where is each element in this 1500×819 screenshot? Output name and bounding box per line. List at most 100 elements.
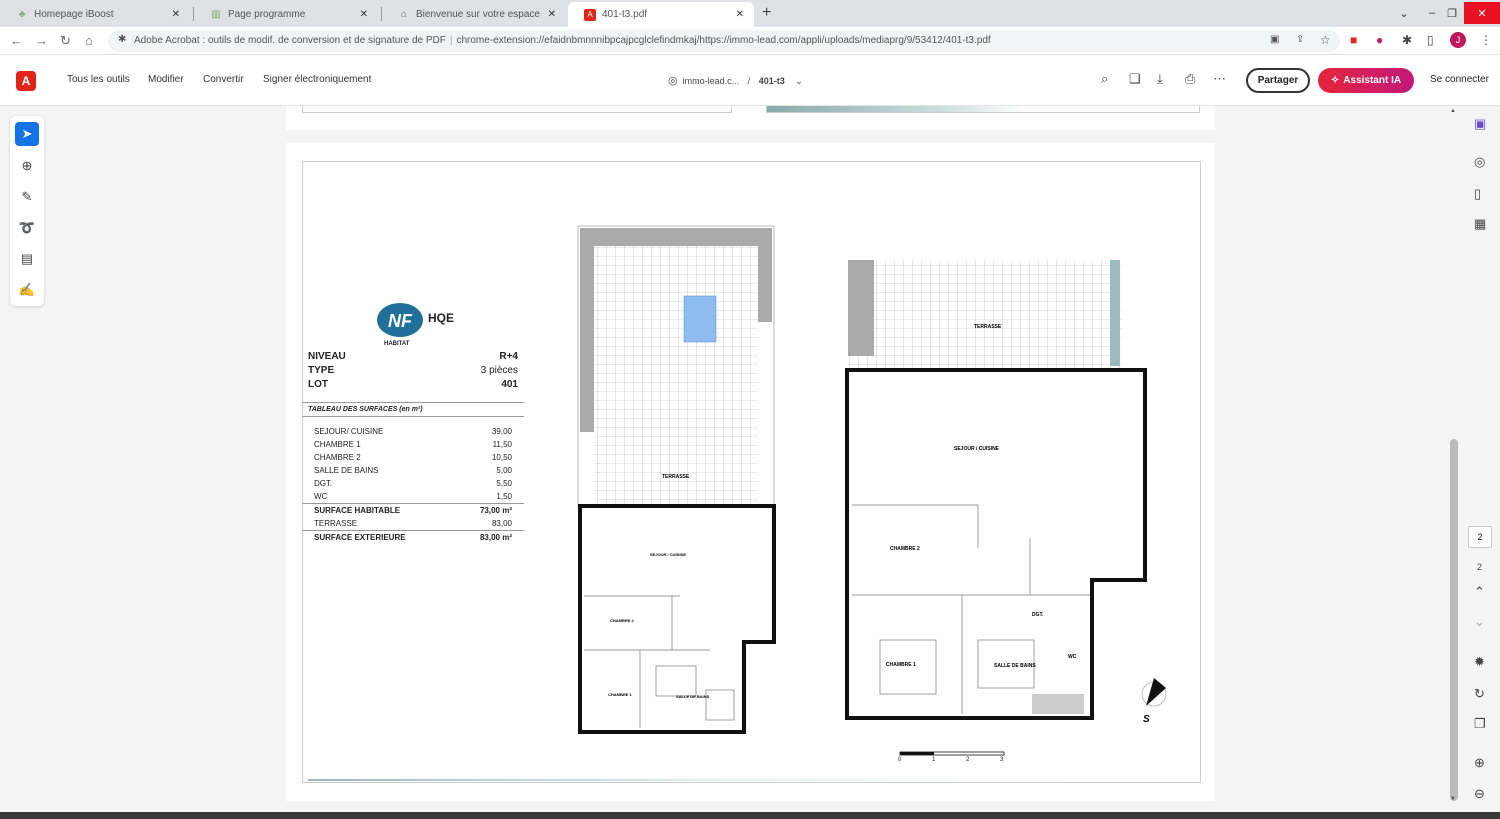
minimize-button[interactable]: –	[1422, 2, 1442, 24]
tab-espace[interactable]: ⌂ Bienvenue sur votre espace parti ✕	[382, 2, 566, 27]
share-page-icon[interactable]: ⇪	[1296, 34, 1304, 45]
scrollbar-thumb[interactable]	[1450, 439, 1458, 801]
pages-icon[interactable]: ❏	[1129, 71, 1141, 87]
extension-puzzle-icon[interactable]: ✱	[118, 34, 126, 45]
ai-assistant-button[interactable]: ✧ Assistant IA	[1318, 68, 1414, 93]
download-icon[interactable]: ⤓	[1157, 71, 1163, 87]
adblock-extension-icon[interactable]: ●	[1376, 33, 1383, 47]
surface-row-value: 1,50	[496, 492, 512, 501]
new-tab-button[interactable]: +	[762, 4, 771, 22]
legend-niveau: NIVEAU R+4	[308, 351, 518, 362]
comment-icon[interactable]: ◎	[1474, 154, 1485, 170]
tab-homepage[interactable]: ♣ Homepage iBoost ✕	[0, 2, 190, 27]
tab-pdf[interactable]: A 401-t3.pdf ✕	[568, 2, 754, 27]
close-tab-icon[interactable]: ✕	[736, 9, 744, 20]
scale-label: 2	[966, 757, 970, 763]
surface-row: TERRASSE 83,00	[302, 517, 524, 530]
login-link[interactable]: Se connecter	[1430, 74, 1489, 85]
page-total: 2	[1477, 562, 1483, 572]
select-cursor-icon[interactable]: ➤	[15, 122, 39, 146]
scroll-down-icon[interactable]: ▼	[1450, 796, 1456, 802]
tab-title: Homepage iBoost	[34, 9, 114, 20]
right-chambre1-label: CHAMBRE 1	[886, 662, 916, 668]
brightness-icon[interactable]: ✹	[1474, 654, 1485, 670]
scroll-up-icon[interactable]: ▲	[1450, 108, 1456, 114]
browser-menu-icon[interactable]: ⋮	[1480, 33, 1492, 47]
close-window-button[interactable]: ✕	[1464, 2, 1500, 24]
translate-icon[interactable]: ▣	[1270, 34, 1279, 45]
home-icon[interactable]: ⌂	[85, 33, 93, 48]
right-tool-rail: ▣ ◎ ▯ ▦ ⌃ ⌄ ✹ ↻ ❐ ⊕ ⊖	[1466, 110, 1500, 819]
chevron-down-icon[interactable]: ⌄	[795, 76, 803, 86]
vertical-scrollbar[interactable]: ▲ ▼	[1448, 106, 1460, 806]
page-down-icon[interactable]: ⌄	[1474, 614, 1485, 630]
tab-search-icon[interactable]: ⌄	[1394, 2, 1414, 24]
surface-row-value: 10,50	[491, 453, 512, 462]
surface-row: SEJOUR/ CUISINE 39,00	[302, 425, 524, 438]
right-dgt-label: DGT.	[1032, 612, 1044, 618]
reload-icon[interactable]: ↻	[60, 33, 71, 49]
restore-button[interactable]: ❐	[1442, 2, 1462, 24]
right-chambre2-label: CHAMBRE 2	[890, 546, 920, 552]
search-icon[interactable]: ⌕	[1101, 71, 1108, 87]
left-terrace-label: TERRASSE	[662, 474, 690, 480]
zoom-in-icon[interactable]: ⊕	[1474, 755, 1485, 771]
tab-programme[interactable]: ▥ Page programme ✕	[194, 2, 378, 27]
url-field[interactable]: ✱ Adobe Acrobat : outils de modif. de co…	[108, 30, 1340, 52]
acrobat-extension-icon[interactable]: ■	[1350, 33, 1357, 47]
extensions-icon[interactable]: ✱	[1402, 33, 1412, 47]
bookmark-star-icon[interactable]: ☆	[1320, 33, 1331, 47]
fill-sign-icon[interactable]: ✍	[15, 278, 39, 302]
thumbnails-icon[interactable]: ▦	[1474, 216, 1486, 232]
menu-all-tools[interactable]: Tous les outils	[67, 74, 130, 85]
left-plan: TERRASSE SEJOUR / CUISINE CHAMBRE 2 CHAM…	[577, 225, 776, 734]
surface-row-value: 83,00	[491, 519, 512, 528]
surface-row-label: DGT.	[314, 479, 333, 488]
surface-row-value: 11,50	[492, 440, 512, 449]
left-sdb-label: SALLE DE BAINS	[676, 694, 710, 699]
surface-row: SURFACE EXTERIEURE 83,00 m²	[302, 530, 524, 544]
pen-icon[interactable]: ✎	[15, 185, 39, 209]
surface-row-label: CHAMBRE 1	[314, 440, 361, 449]
scale-bar	[899, 751, 1005, 756]
surface-legend: NIVEAU R+4 TYPE 3 pièces LOT 401 TABLEAU DE…	[302, 350, 524, 544]
close-tab-icon[interactable]: ✕	[360, 9, 368, 20]
forward-icon[interactable]: →	[35, 33, 48, 48]
close-tab-icon[interactable]: ✕	[548, 9, 556, 20]
page-up-icon[interactable]: ⌃	[1474, 584, 1485, 600]
surface-row-value: 5,00	[496, 466, 512, 475]
page-number-input[interactable]: 2	[1468, 526, 1492, 548]
bookmark-icon[interactable]: ▯	[1474, 186, 1481, 202]
share-button[interactable]: Partager	[1246, 68, 1310, 93]
lasso-icon[interactable]: ➰	[15, 216, 39, 240]
profile-avatar[interactable]: J	[1450, 32, 1466, 48]
menu-convert[interactable]: Convertir	[203, 74, 244, 85]
surface-row: WC 1,50	[302, 490, 524, 503]
side-panel-icon[interactable]: ▯	[1427, 33, 1434, 47]
scale-label: 1	[932, 757, 936, 763]
menu-sign[interactable]: Signer électroniquement	[263, 74, 371, 85]
left-chambre1-label: CHAMBRE 1	[608, 692, 633, 697]
scale-label: 0	[898, 757, 902, 763]
breadcrumb-domain[interactable]: immo-lead.c...	[683, 76, 740, 86]
zoom-out-icon[interactable]: ⊖	[1474, 786, 1485, 802]
comment-add-icon[interactable]: ⊕	[15, 154, 39, 178]
right-wc-label: WC	[1068, 654, 1077, 660]
svg-text:HABITAT: HABITAT	[384, 341, 410, 347]
ai-panel-icon[interactable]: ▣	[1474, 116, 1486, 132]
text-box-icon[interactable]: ▤	[15, 247, 39, 271]
copy-page-icon[interactable]: ❐	[1474, 716, 1486, 732]
nf-hqe-logo: NF HQE HABITAT	[376, 300, 472, 353]
page-bottom-band	[308, 779, 1088, 781]
menu-edit[interactable]: Modifier	[148, 74, 184, 85]
breadcrumb-file[interactable]: 401-t3	[759, 76, 785, 86]
close-tab-icon[interactable]: ✕	[172, 9, 180, 20]
scale-label: 3	[1000, 757, 1004, 763]
surface-row-label: SURFACE HABITABLE	[314, 506, 401, 515]
more-icon[interactable]: ⋯	[1213, 71, 1226, 87]
back-icon[interactable]: ←	[10, 33, 23, 48]
print-icon[interactable]: ⎙	[1185, 71, 1195, 87]
os-taskbar	[0, 812, 1500, 819]
rotate-icon[interactable]: ↻	[1474, 686, 1485, 702]
acrobat-logo-icon[interactable]: A	[16, 71, 36, 91]
